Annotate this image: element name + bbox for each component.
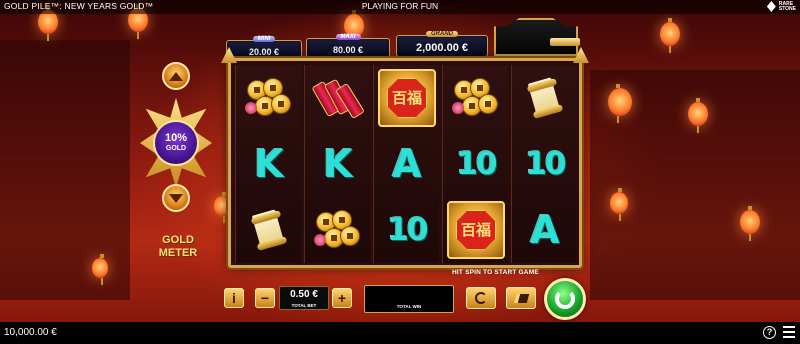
coin-icon: [340, 226, 360, 246]
balance-value: 10,000.00 €: [4, 327, 57, 338]
gold-bar-icon: [550, 38, 580, 46]
symbol-10: 10: [525, 146, 566, 182]
lantern-icon: [608, 84, 632, 123]
reel-cell: 10: [512, 131, 578, 197]
coin-icon: [271, 94, 291, 114]
turbo-button[interactable]: [506, 287, 536, 309]
gold-meter-title: GOLD METER: [158, 234, 198, 259]
jackpot-maxi-label: MAXI: [335, 34, 361, 40]
lantern-icon: [610, 188, 628, 221]
reel-3: 百福 A 10: [373, 65, 439, 263]
meter-gold-word: GOLD: [165, 145, 187, 152]
arrow-down-icon: [169, 193, 183, 203]
reel-cell: [305, 65, 371, 131]
start-hint: HIT SPIN TO START GAME: [452, 269, 539, 276]
firecracker-symbol-icon: [311, 78, 365, 120]
total-bet-label: TOTAL BET: [291, 303, 317, 308]
autoplay-icon: [475, 292, 487, 304]
top-bar: GOLD PILE™: NEW YEARS GOLD™ PLAYING FOR …: [0, 0, 800, 14]
gold-bonus-symbol-icon: 百福: [378, 69, 436, 127]
reel-5: 10 A: [511, 65, 577, 263]
meter-down-button[interactable]: [162, 184, 190, 212]
reel-1: K: [235, 65, 301, 263]
jackpot-maxi: MAXI 80.00 €: [306, 34, 390, 58]
menu-button[interactable]: [783, 326, 795, 338]
menu-line: [783, 336, 795, 338]
lantern-icon: [688, 98, 708, 133]
menu-line: [783, 331, 795, 333]
jackpot-grand: GRAND 2,000.00 €: [396, 31, 488, 57]
symbol-a: A: [392, 142, 422, 186]
total-bet-display: 0.50 € TOTAL BET: [279, 286, 329, 310]
gold-bonus-glyph: 百福: [391, 89, 422, 107]
arrow-up-icon: [169, 71, 183, 81]
jackpot-mini-value: 20.00 €: [248, 47, 280, 57]
symbol-a: A: [530, 208, 560, 252]
brand-name: RARE STONE: [778, 0, 796, 12]
reel-cell: [512, 65, 578, 131]
reel-cell: A: [374, 131, 440, 197]
coins-symbol-icon: [245, 76, 293, 120]
reel-cell: 百福: [374, 65, 440, 131]
building-left: [0, 40, 130, 300]
coins-symbol-icon: [314, 208, 362, 252]
meter-percent: 10%: [164, 132, 188, 144]
jackpot-maxi-value: 80.00 €: [332, 45, 364, 55]
plum-blossom-icon: [245, 102, 257, 114]
scroll-symbol-icon: [526, 76, 564, 120]
bottom-bar: 10,000.00 € ?: [0, 322, 800, 344]
jackpot-mini: MINI 20.00 €: [226, 36, 302, 60]
bet-increase-button[interactable]: +: [332, 288, 352, 308]
spin-icon: [555, 289, 575, 309]
reel-cell: 百福: [443, 197, 509, 263]
total-win-display: TOTAL WIN: [364, 285, 454, 313]
meter-up-button[interactable]: [162, 62, 190, 90]
reel-2: K: [304, 65, 370, 263]
play-mode-label: PLAYING FOR FUN: [361, 1, 439, 11]
reel-cell: K: [236, 131, 302, 197]
lantern-icon: [92, 254, 108, 285]
jackpot-mini-label: MINI: [252, 36, 276, 42]
info-button[interactable]: i: [224, 288, 244, 308]
coins-symbol-icon: [452, 76, 500, 120]
brand-gem-icon: [766, 1, 776, 12]
scroll-symbol-icon: [250, 208, 288, 252]
gold-bonus-symbol-icon: 百福: [447, 201, 505, 259]
reel-cell: [236, 197, 302, 263]
jackpot-grand-label: GRAND: [426, 31, 458, 37]
spin-button[interactable]: [544, 278, 586, 320]
symbol-k: K: [254, 142, 284, 186]
symbol-10: 10: [456, 146, 497, 182]
autoplay-button[interactable]: [466, 287, 496, 309]
gold-meter: 10% GOLD: [140, 98, 212, 188]
coin-icon: [478, 94, 498, 114]
symbol-10: 10: [387, 212, 428, 248]
menu-line: [783, 326, 795, 328]
jackpot-grand-value: 2,000.00 €: [416, 42, 468, 54]
help-button[interactable]: ?: [763, 326, 776, 339]
reel-grid: K K 百福 A 10 10 百福 10 A: [228, 58, 582, 268]
meter-badge: 10% GOLD: [153, 120, 199, 166]
brand-logo: RARE STONE: [766, 0, 796, 12]
lantern-icon: [740, 206, 760, 241]
symbol-k: K: [323, 142, 353, 186]
plum-blossom-icon: [314, 234, 326, 246]
reel-cell: [236, 65, 302, 131]
total-bet-value: 0.50 €: [290, 289, 318, 300]
reel-cell: 10: [374, 197, 440, 263]
plum-blossom-icon: [452, 102, 464, 114]
reel-cell: A: [512, 197, 578, 263]
total-win-label: TOTAL WIN: [396, 304, 422, 309]
reel-cell: K: [305, 131, 371, 197]
lantern-icon: [660, 18, 680, 53]
reel-cell: [443, 65, 509, 131]
reel-cell: [305, 197, 371, 263]
reel-4: 10 百福: [442, 65, 508, 263]
bet-decrease-button[interactable]: −: [255, 288, 275, 308]
turbo-icon: [513, 293, 529, 303]
gold-bonus-glyph: 百福: [460, 221, 491, 239]
reel-cell: 10: [443, 131, 509, 197]
